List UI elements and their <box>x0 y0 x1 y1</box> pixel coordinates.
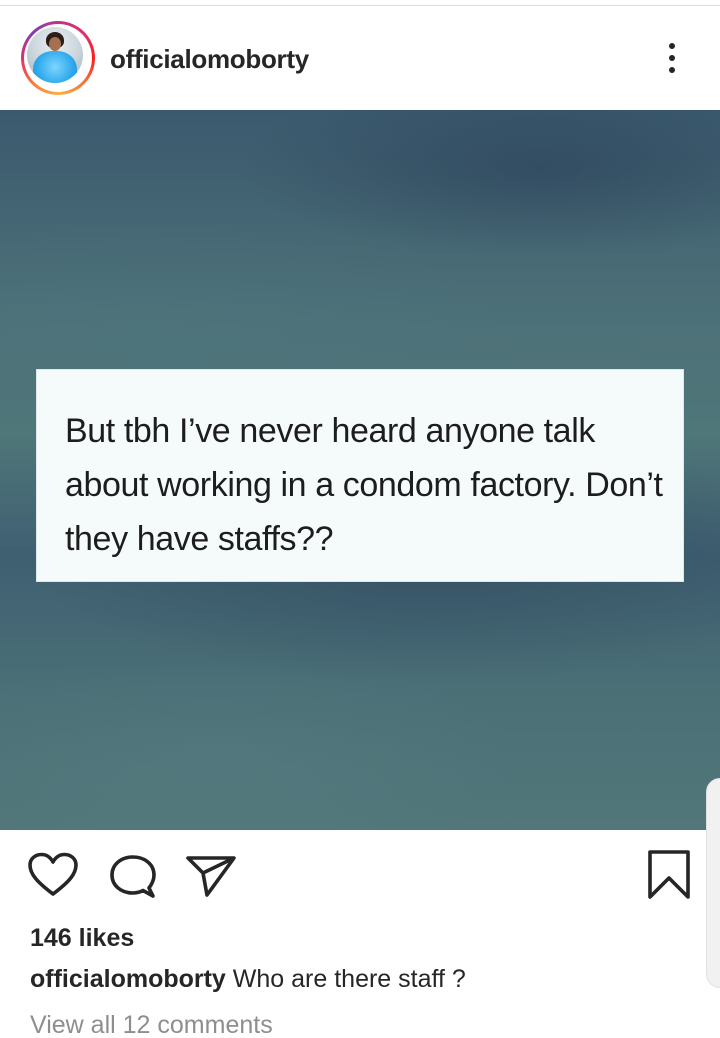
bookmark-icon[interactable] <box>646 849 692 901</box>
like-count[interactable]: 146 likes <box>30 924 134 953</box>
more-options-icon[interactable] <box>654 36 690 80</box>
avatar-dress <box>33 51 77 83</box>
post-header: officialomoborty <box>0 6 720 110</box>
more-dot <box>669 43 675 49</box>
story-ring[interactable] <box>21 21 95 95</box>
caption-username[interactable]: officialomoborty <box>30 965 226 993</box>
post-image[interactable]: But tbh I’ve never heard anyone talk abo… <box>0 110 720 830</box>
avatar[interactable] <box>27 27 83 83</box>
post-username[interactable]: officialomoborty <box>110 44 309 75</box>
post-caption: officialomoborty Who are there staff ? <box>30 965 690 994</box>
quote-card: But tbh I’ve never heard anyone talk abo… <box>36 369 684 582</box>
more-dot <box>669 55 675 61</box>
comment-bubble-icon[interactable] <box>109 854 157 900</box>
quote-text: But tbh I’ve never heard anyone talk abo… <box>65 412 663 558</box>
more-dot <box>669 67 675 73</box>
heart-icon[interactable] <box>27 852 79 898</box>
avatar-face <box>49 37 61 51</box>
paper-plane-icon[interactable] <box>185 853 237 899</box>
view-comments-link[interactable]: View all 12 comments <box>30 1011 273 1038</box>
post-actions <box>0 830 720 920</box>
caption-text: Who are there staff ? <box>225 965 466 993</box>
